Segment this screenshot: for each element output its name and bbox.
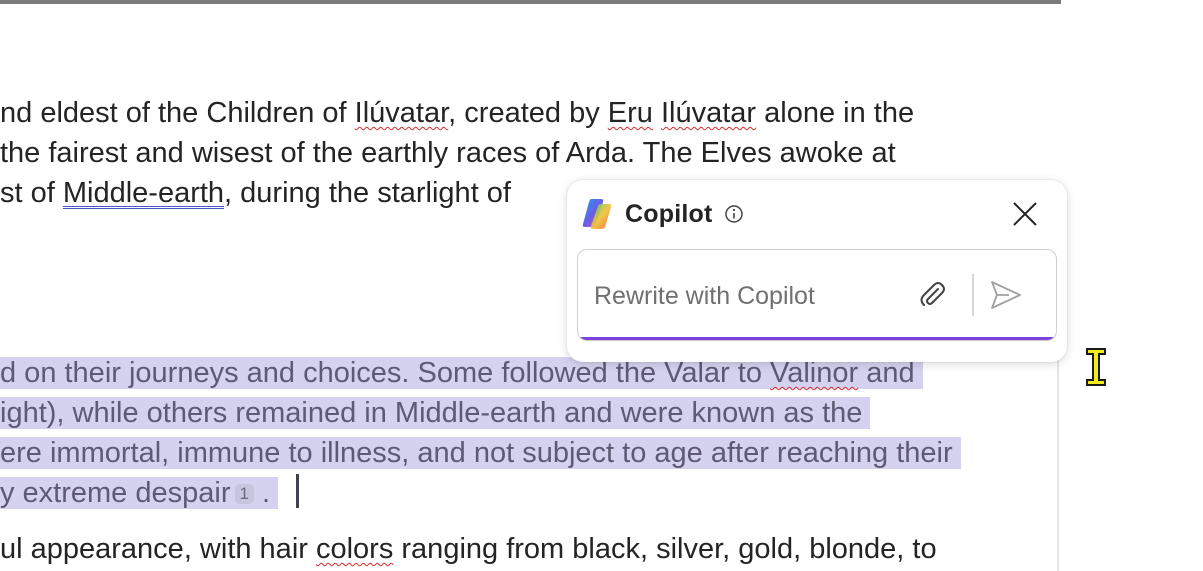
- copilot-header: Copilot: [579, 194, 744, 234]
- selected-text: ight), while others remained in Middle-e…: [0, 397, 871, 429]
- copilot-prompt-input[interactable]: [594, 276, 894, 316]
- document-line: the fairest and wisest of the earthly ra…: [0, 133, 896, 173]
- text-caret: [296, 474, 300, 508]
- text-run: st of: [0, 177, 63, 209]
- selected-line: ight), while others remained in Middle-e…: [0, 393, 871, 433]
- hyperlink-middle-earth[interactable]: Middle-earth: [63, 177, 224, 209]
- citation-badge[interactable]: 1: [234, 484, 254, 504]
- paperclip-icon: [920, 282, 945, 306]
- text-run: ight), while others remained in Middle-e…: [0, 397, 863, 429]
- copilot-popup: Copilot: [567, 180, 1067, 362]
- selected-line: y extreme despair 1 .: [0, 473, 300, 513]
- document-line: ul appearance, with hair colors ranging …: [0, 529, 937, 569]
- input-focus-accent: [578, 337, 1056, 340]
- text-run: , created by: [448, 97, 608, 129]
- misspelled-word[interactable]: Eru: [608, 97, 653, 129]
- text-run: the fairest and wisest of the earthly ra…: [0, 137, 896, 169]
- send-icon: [991, 281, 1021, 309]
- misspelled-word[interactable]: Ilúvatar: [661, 97, 756, 129]
- copilot-prompt-box: [577, 249, 1057, 341]
- document-line: nd eldest of the Children of Ilúvatar, c…: [0, 93, 914, 133]
- close-button[interactable]: [1005, 194, 1045, 234]
- close-icon: [1013, 202, 1037, 226]
- text-run: [653, 97, 661, 129]
- selected-text: y extreme despair 1 .: [0, 477, 279, 509]
- attach-button[interactable]: [914, 277, 950, 313]
- text-run: .: [262, 477, 271, 509]
- document-line: st of Middle-earth, during the starlight…: [0, 173, 511, 213]
- info-icon[interactable]: [724, 204, 744, 224]
- text-run: , during the starlight of: [224, 177, 511, 209]
- selected-text: ere immortal, immune to illness, and not…: [0, 437, 961, 469]
- text-run: ranging from black, silver, gold, blonde…: [393, 533, 937, 565]
- page-edge: [1057, 340, 1059, 571]
- text-run: ere immortal, immune to illness, and not…: [0, 437, 953, 469]
- selected-line: ere immortal, immune to illness, and not…: [0, 433, 961, 473]
- input-divider: [972, 274, 974, 316]
- misspelled-word[interactable]: colors: [316, 533, 393, 565]
- text-run: alone in the: [756, 97, 915, 129]
- copilot-logo-icon: [582, 199, 612, 229]
- text-run: ul appearance, with hair: [0, 533, 316, 565]
- send-button[interactable]: [986, 275, 1026, 315]
- misspelled-word[interactable]: Ilúvatar: [355, 97, 449, 129]
- text-run: nd eldest of the Children of: [0, 97, 355, 129]
- text-run: y extreme despair: [0, 477, 231, 509]
- copilot-title: Copilot: [625, 199, 713, 228]
- text-cursor-icon: [1086, 348, 1106, 386]
